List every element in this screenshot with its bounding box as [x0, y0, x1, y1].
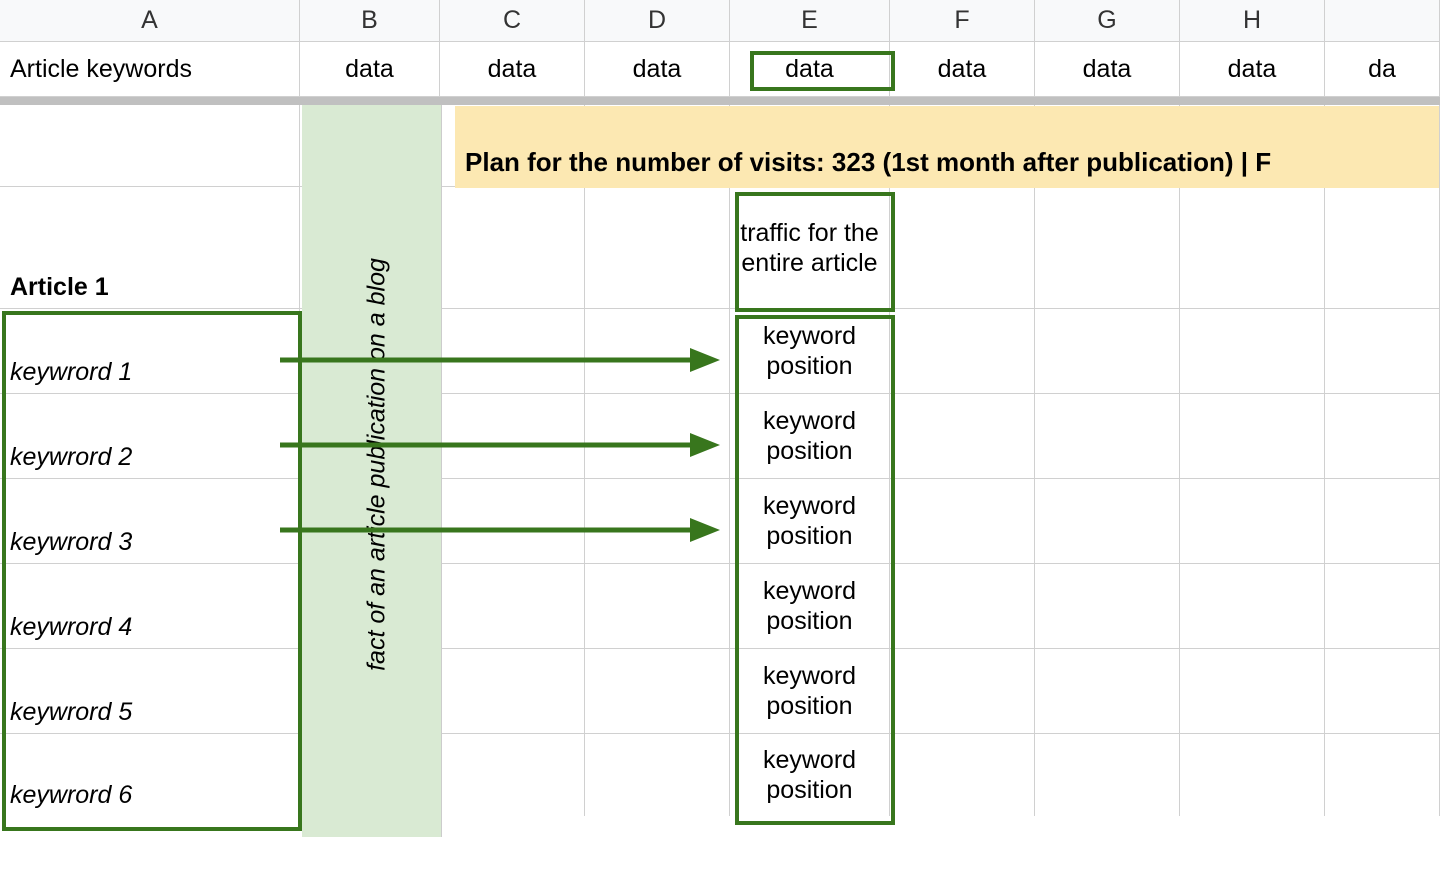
cell-I-kw6[interactable]	[1325, 734, 1440, 816]
cell-keyword-6[interactable]: keywrord 6	[0, 734, 300, 816]
cell-F-kw4[interactable]	[890, 564, 1035, 648]
cell-C-kw1[interactable]	[440, 309, 585, 393]
cell-data-F[interactable]: data	[890, 42, 1035, 96]
cell-D-article[interactable]	[585, 187, 730, 308]
plan-row[interactable]: Plan for the number of visits: 323 (1st …	[455, 106, 1440, 188]
col-header-B[interactable]: B	[300, 0, 440, 41]
cell-D-kw6[interactable]	[585, 734, 730, 816]
cell-position-kw1[interactable]: keyword position	[730, 309, 890, 393]
cell-data-D[interactable]: data	[585, 42, 730, 96]
cell-F-kw1[interactable]	[890, 309, 1035, 393]
col-header-D[interactable]: D	[585, 0, 730, 41]
body-row-kw3: keywrord 3 keyword position	[0, 479, 1440, 564]
cell-position-kw3[interactable]: keyword position	[730, 479, 890, 563]
cell-F-kw3[interactable]	[890, 479, 1035, 563]
cell-keyword-2[interactable]: keywrord 2	[0, 394, 300, 478]
column-headers-row: A B C D E F G H	[0, 0, 1440, 42]
cell-D-kw3[interactable]	[585, 479, 730, 563]
cell-I-kw3[interactable]	[1325, 479, 1440, 563]
cell-D-kw5[interactable]	[585, 649, 730, 733]
cell-G-kw4[interactable]	[1035, 564, 1180, 648]
cell-position-kw5[interactable]: keyword position	[730, 649, 890, 733]
separator-row	[0, 97, 1440, 105]
cell-article-title[interactable]: Article 1	[0, 187, 300, 308]
col-header-partial[interactable]	[1325, 0, 1440, 41]
cell-G-article[interactable]	[1035, 187, 1180, 308]
cell-G-kw5[interactable]	[1035, 649, 1180, 733]
cell-data-partial[interactable]: da	[1325, 42, 1440, 96]
cell-keyword-4[interactable]: keywrord 4	[0, 564, 300, 648]
body-row-kw4: keywrord 4 keyword position	[0, 564, 1440, 649]
cell-C-kw6[interactable]	[440, 734, 585, 816]
cell-C-kw2[interactable]	[440, 394, 585, 478]
cell-position-kw6[interactable]: keyword position	[730, 734, 890, 816]
col-header-F[interactable]: F	[890, 0, 1035, 41]
cell-F-kw5[interactable]	[890, 649, 1035, 733]
cell-H-kw2[interactable]	[1180, 394, 1325, 478]
col-header-G[interactable]: G	[1035, 0, 1180, 41]
cell-I-kw4[interactable]	[1325, 564, 1440, 648]
cell-G-kw3[interactable]	[1035, 479, 1180, 563]
col-header-H[interactable]: H	[1180, 0, 1325, 41]
cell-C-article[interactable]	[440, 187, 585, 308]
cell-F-article[interactable]	[890, 187, 1035, 308]
cell-data-C[interactable]: data	[440, 42, 585, 96]
cell-D-kw4[interactable]	[585, 564, 730, 648]
cell-C-kw4[interactable]	[440, 564, 585, 648]
cell-data-G[interactable]: data	[1035, 42, 1180, 96]
cell-keyword-5[interactable]: keywrord 5	[0, 649, 300, 733]
cell-C-kw3[interactable]	[440, 479, 585, 563]
cell-H-kw4[interactable]	[1180, 564, 1325, 648]
col-header-E[interactable]: E	[730, 0, 890, 41]
cell-C-kw5[interactable]	[440, 649, 585, 733]
cell-H-kw5[interactable]	[1180, 649, 1325, 733]
body-row-article: Article 1 traffic for the entire article	[0, 187, 1440, 309]
cell-I-kw1[interactable]	[1325, 309, 1440, 393]
cell-I-article[interactable]	[1325, 187, 1440, 308]
cell-traffic-label[interactable]: traffic for the entire article	[730, 187, 890, 308]
cell-G-kw6[interactable]	[1035, 734, 1180, 816]
cell-G-kw1[interactable]	[1035, 309, 1180, 393]
cell-position-kw2[interactable]: keyword position	[730, 394, 890, 478]
col-header-A[interactable]: A	[0, 0, 300, 41]
body-row-kw2: keywrord 2 keyword position	[0, 394, 1440, 479]
cell-H-article[interactable]	[1180, 187, 1325, 308]
cell-H-kw3[interactable]	[1180, 479, 1325, 563]
cell-keyword-1[interactable]: keywrord 1	[0, 309, 300, 393]
cell-G-kw2[interactable]	[1035, 394, 1180, 478]
cell-I-kw2[interactable]	[1325, 394, 1440, 478]
cell-F-kw2[interactable]	[890, 394, 1035, 478]
body-row-kw1: keywrord 1 keyword position	[0, 309, 1440, 394]
cell-data-E-highlighted[interactable]: data	[730, 42, 890, 96]
cell-I-kw5[interactable]	[1325, 649, 1440, 733]
cell-D-kw1[interactable]	[585, 309, 730, 393]
spreadsheet[interactable]: A B C D E F G H Article keywords data da…	[0, 0, 1440, 872]
publication-fact-label: fact of an article publication on a blog	[363, 200, 392, 730]
publication-fact-column[interactable]: fact of an article publication on a blog	[302, 105, 442, 837]
cell-D-kw2[interactable]	[585, 394, 730, 478]
cell-H-kw6[interactable]	[1180, 734, 1325, 816]
cell-position-kw4[interactable]: keyword position	[730, 564, 890, 648]
cell-F-kw6[interactable]	[890, 734, 1035, 816]
cell-H-kw1[interactable]	[1180, 309, 1325, 393]
cell-data-H[interactable]: data	[1180, 42, 1325, 96]
cell-keyword-3[interactable]: keywrord 3	[0, 479, 300, 563]
header-data-row: Article keywords data data data data dat…	[0, 42, 1440, 97]
col-header-C[interactable]: C	[440, 0, 585, 41]
cell-article-keywords[interactable]: Article keywords	[0, 42, 300, 96]
body-row-kw6: keywrord 6 keyword position	[0, 734, 1440, 816]
body-row-kw5: keywrord 5 keyword position	[0, 649, 1440, 734]
cell-A-plan[interactable]	[0, 105, 300, 186]
cell-data-B[interactable]: data	[300, 42, 440, 96]
